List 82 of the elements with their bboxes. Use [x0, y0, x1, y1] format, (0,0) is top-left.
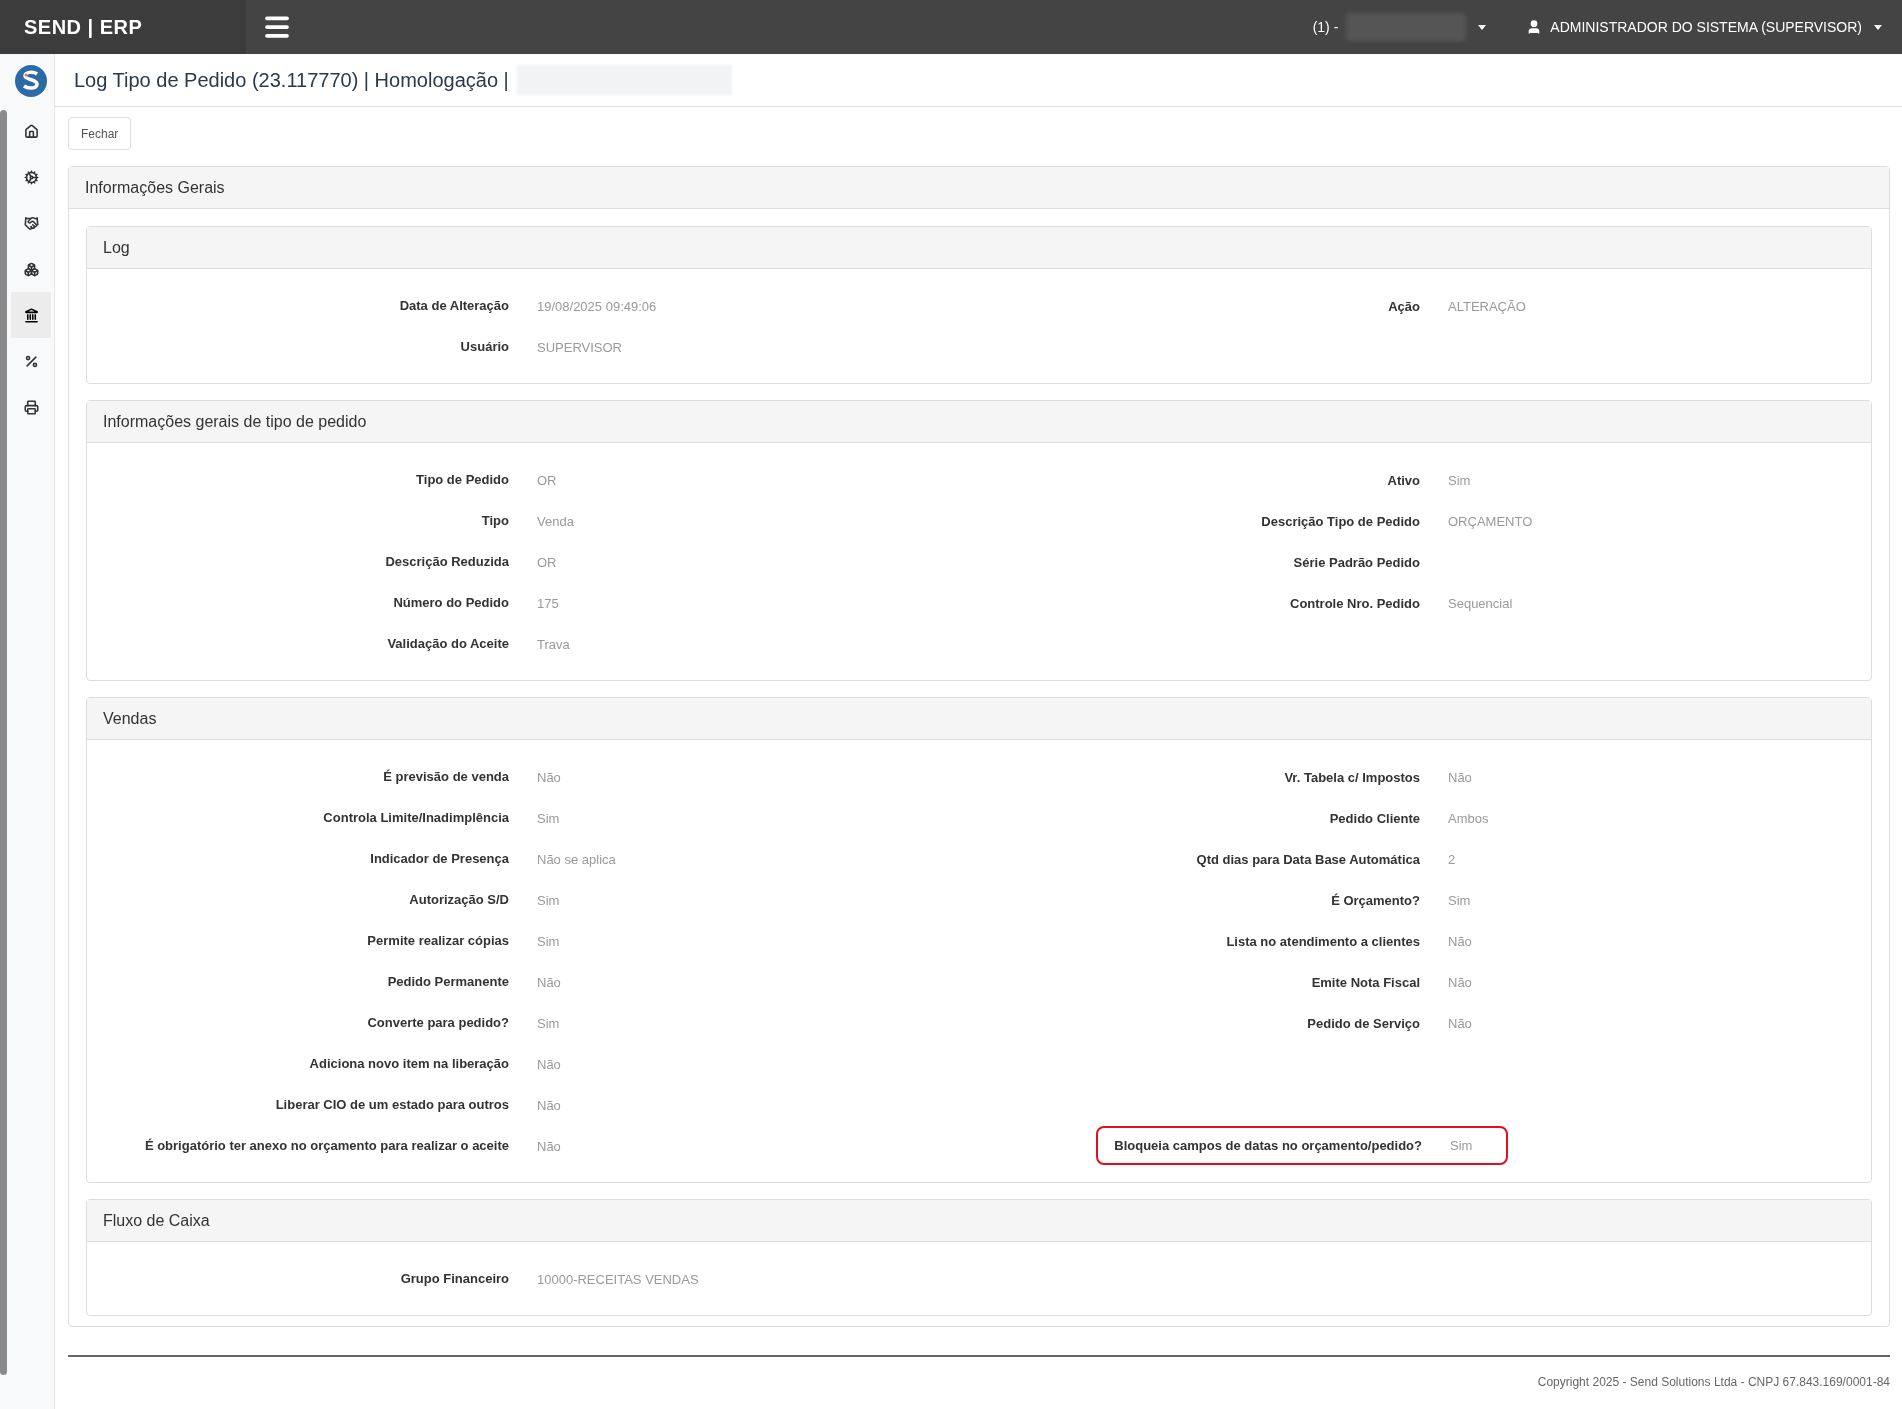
section-title: Fluxo de Caixa [103, 1210, 210, 1231]
field-value: Não [1447, 1015, 1472, 1031]
field-value: OR [537, 554, 557, 570]
section-title: Vendas [103, 708, 157, 729]
field-label: É obrigatório ter anexo no orçamento para realizar o aceite [144, 1136, 509, 1155]
bank-icon [23, 307, 39, 323]
field-label: Descrição Reduzida [385, 552, 509, 571]
page-title: Log Tipo de Pedido (23.117770) | Homologação | [74, 68, 509, 93]
field-value: Não [1447, 933, 1472, 949]
field-value: ORÇAMENTO [1447, 513, 1533, 529]
field-value: Sim [537, 933, 560, 949]
field-value: Não [537, 1138, 561, 1154]
field-label: Série Padrão Pedido [1293, 554, 1420, 570]
field-value: Não [537, 769, 561, 785]
field-label: Usuário [460, 337, 509, 356]
field-label: Lista no atendimento a clientes [1226, 933, 1420, 949]
field-label: Tipo [481, 511, 509, 530]
field-label: É previsão de venda [383, 767, 509, 786]
field-value: Não [537, 1056, 561, 1072]
field-value: Sim [1447, 892, 1471, 908]
field-label: Ação [1388, 298, 1420, 314]
field-label: Número do Pedido [393, 593, 509, 612]
field-value: Trava [537, 636, 570, 652]
field-label: Pedido Cliente [1329, 810, 1420, 826]
caret-icon [1478, 24, 1487, 30]
field-label: Autorização S/D [409, 890, 509, 909]
close-button[interactable]: Fechar [68, 117, 132, 150]
caret-icon [1874, 24, 1882, 30]
field-label: É Orçamento? [1331, 892, 1420, 908]
field-value: ALTERAÇÃO [1447, 298, 1526, 314]
app-logo-icon [14, 64, 48, 98]
section-title: Informações gerais de tipo de pedido [103, 411, 367, 432]
field-value: 19/08/2025 09:49:06 [537, 298, 657, 314]
field-value: Não [537, 1097, 561, 1113]
field-label: Controla Limite/Inadimplência [323, 808, 509, 827]
field-label: Grupo Financeiro [400, 1269, 509, 1288]
field-label: Descrição Tipo de Pedido [1261, 513, 1420, 529]
field-label: Permite realizar cópias [367, 931, 509, 950]
field-value: 2 [1447, 851, 1456, 867]
field-value: OR [537, 472, 557, 488]
sidebar-item[interactable] [11, 292, 51, 338]
section-title: Log [103, 237, 130, 258]
field-label: Tipo de Pedido [416, 470, 509, 489]
field-label: Data de Alteração [399, 296, 509, 315]
cubes-icon [23, 261, 39, 277]
field-label: Liberar CIO de um estado para outros [275, 1095, 509, 1114]
user-menu[interactable]: ADMINISTRADOR DO SISTEMA (SUPERVISOR) [1526, 16, 1882, 38]
field-value: Não [1447, 974, 1472, 990]
field-label: Bloqueia campos de datas no orçamento/pedido? [1114, 1136, 1422, 1155]
field-label: Ativo [1387, 472, 1420, 488]
field-label: Pedido de Serviço [1307, 1015, 1420, 1031]
brand-logo-text: SEND | ERP [24, 15, 143, 40]
field-value: Sim [537, 810, 560, 826]
field-value: 175 [537, 595, 559, 611]
field-value: Sim [537, 892, 560, 908]
field-label: Pedido Permanente [387, 972, 509, 991]
field-label: Emite Nota Fiscal [1311, 974, 1420, 990]
field-value: Sim [1447, 472, 1471, 488]
field-value: Não [537, 974, 561, 990]
field-value: Venda [537, 513, 574, 529]
field-value: Não se aplica [537, 851, 616, 867]
field-label: Validação do Aceite [387, 634, 509, 653]
field-value: Sim [537, 1015, 560, 1031]
handshake-icon [23, 215, 39, 231]
field-label: Indicador de Presença [370, 849, 509, 868]
field-value: 10000-RECEITAS VENDAS [537, 1271, 699, 1287]
field-label: Converte para pedido? [367, 1013, 509, 1032]
field-label: Adiciona novo item na liberação [309, 1054, 509, 1073]
field-value: Sim [1450, 1136, 1474, 1155]
panel-title: Informações Gerais [85, 177, 225, 198]
scrollbar-icon [0, 110, 7, 1375]
field-label: Controle Nro. Pedido [1290, 595, 1420, 611]
percent-icon [23, 353, 39, 369]
field-label: Vr. Tabela c/ Impostos [1284, 769, 1420, 785]
field-value: Não [1447, 769, 1472, 785]
field-value: SUPERVISOR [537, 339, 622, 355]
printer-icon [23, 399, 39, 415]
field-value: Sequencial [1447, 595, 1513, 611]
field-value: Ambos [1447, 810, 1489, 826]
home-icon [23, 123, 39, 139]
copyright-text: Copyright 2025 - Send Solutions Ltda - CNPJ 67.843.169/0001-84 [1537, 1374, 1890, 1391]
field-label: Qtd dias para Data Base Automática [1196, 851, 1420, 867]
